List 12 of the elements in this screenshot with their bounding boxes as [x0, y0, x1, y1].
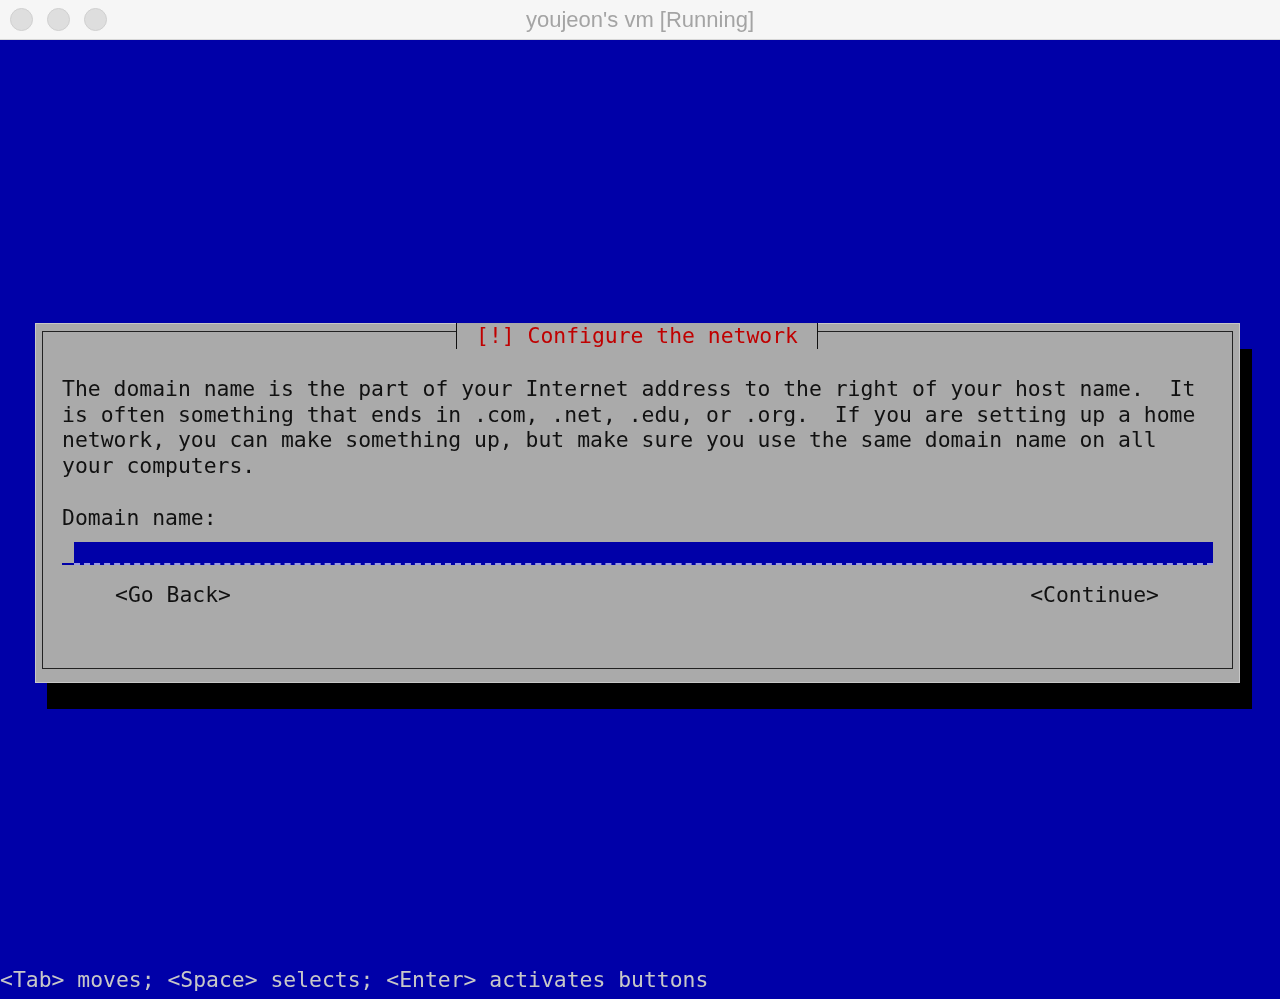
dialog-button[interactable]: <Continue> [1030, 582, 1159, 608]
window-close-button[interactable] [10, 8, 33, 31]
domain-name-input-field[interactable] [74, 542, 1213, 566]
text-cursor [62, 563, 74, 566]
status-line: <Tab> moves; <Space> selects; <Enter> activates buttons [0, 967, 710, 993]
window-title: youjeon's vm [Running] [526, 6, 754, 33]
dialog-title: [!] Configure the network [456, 323, 818, 349]
dialog-message: The domain name is the part of your Internet address to the right of your host name. It is often something that ends in .com, .net, .edu, or .org. If you are setting up a home network, you can make something up, but make sure you use the same domain name on all your computers. [62, 376, 1197, 479]
dialog-button[interactable]: <Go Back> [115, 582, 231, 608]
window-zoom-button[interactable] [84, 8, 107, 31]
window-minimize-button[interactable] [47, 8, 70, 31]
field-label: Domain name: [62, 504, 218, 531]
